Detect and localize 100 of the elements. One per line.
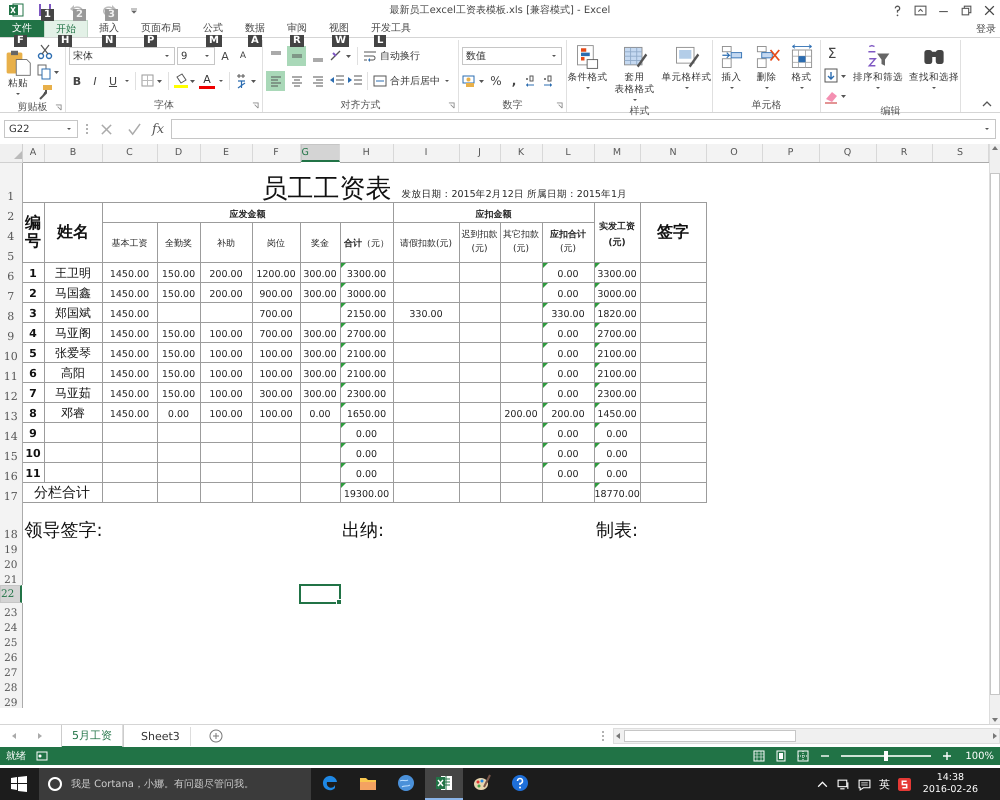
column-header[interactable]: K	[500, 144, 542, 162]
column-header[interactable]: R	[876, 144, 932, 162]
row-header[interactable]: 26	[0, 648, 22, 663]
column-header[interactable]: O	[706, 144, 762, 162]
row-header[interactable]: 18	[0, 502, 22, 540]
ribbon-display-icon[interactable]	[914, 4, 927, 16]
vertical-scrollbar[interactable]	[988, 144, 1000, 724]
row-header[interactable]: 14	[0, 422, 22, 442]
row-header[interactable]: 7	[0, 282, 22, 302]
row-header[interactable]: 29	[0, 693, 22, 708]
caret-icon[interactable]	[14, 90, 22, 98]
lines-icon[interactable]	[290, 74, 304, 88]
caret-icon[interactable]	[728, 84, 736, 92]
copy-icon[interactable]	[37, 64, 61, 80]
caret-icon[interactable]	[682, 84, 690, 92]
scroll-left-icon[interactable]	[614, 732, 622, 740]
row-header[interactable]: 10	[0, 342, 22, 362]
error-triangle-icon[interactable]	[542, 382, 548, 388]
font-color-button[interactable]: A	[199, 73, 215, 89]
slider-thumb[interactable]	[884, 751, 888, 761]
error-triangle-icon[interactable]	[542, 462, 548, 468]
message-icon[interactable]	[858, 778, 871, 790]
font-name-dropdown[interactable]: 宋体	[69, 47, 175, 65]
zoom-in-icon[interactable]	[941, 750, 954, 762]
error-triangle-icon[interactable]	[594, 462, 600, 468]
column-header[interactable]: F	[252, 144, 300, 162]
wrap-text-button[interactable]: 自动换行	[362, 49, 421, 63]
input-method-logo-icon[interactable]	[898, 778, 911, 790]
row-header[interactable]: 1	[0, 162, 22, 202]
active-cell[interactable]	[299, 584, 341, 604]
lines-icon[interactable]	[310, 74, 324, 88]
error-triangle-icon[interactable]	[340, 382, 346, 388]
column-header[interactable]: Q	[819, 144, 876, 162]
caret-icon[interactable]	[930, 84, 938, 92]
column-header[interactable]: A	[22, 144, 44, 162]
scroll-up-icon[interactable]	[990, 144, 999, 152]
column-header[interactable]: B	[44, 144, 102, 162]
row-header[interactable]: 16	[0, 462, 22, 482]
clock-time[interactable]: 14:38	[936, 772, 964, 784]
clipboard-icon[interactable]	[4, 49, 32, 77]
name-box[interactable]: G22	[4, 120, 78, 138]
merge-center-button[interactable]: 合并后居中	[372, 74, 452, 88]
delete-cells-button[interactable]: 删除	[752, 43, 782, 92]
error-triangle-icon[interactable]	[594, 442, 600, 448]
macro-record-icon[interactable]	[36, 750, 48, 762]
scroll-thumb[interactable]	[990, 173, 1000, 695]
caret-icon[interactable]	[443, 77, 451, 85]
format-as-table-button[interactable]: 套用 表格格式	[614, 43, 656, 104]
row-header[interactable]: 6	[0, 262, 22, 282]
column-header[interactable]: H	[340, 144, 393, 162]
help-icon[interactable]	[510, 773, 530, 793]
scroll-right-icon[interactable]	[991, 732, 999, 740]
error-triangle-icon[interactable]	[542, 302, 548, 308]
sheet-tab[interactable]: Sheet3	[131, 726, 191, 746]
error-triangle-icon[interactable]	[340, 482, 346, 488]
error-triangle-icon[interactable]	[340, 402, 346, 408]
caret-icon[interactable]	[630, 96, 638, 104]
caret-icon[interactable]	[163, 52, 171, 60]
row-header[interactable]: 8	[0, 302, 22, 322]
scroll-thumb[interactable]	[624, 730, 796, 742]
row-header[interactable]: 20	[0, 555, 22, 570]
ribbon-tab[interactable]: 开发工具	[360, 20, 422, 37]
error-triangle-icon[interactable]	[594, 342, 600, 348]
column-header[interactable]: D	[157, 144, 200, 162]
row-header[interactable]: 24	[0, 618, 22, 633]
row-header[interactable]: 4	[0, 222, 22, 242]
error-triangle-icon[interactable]	[594, 282, 600, 288]
error-triangle-icon[interactable]	[542, 442, 548, 448]
accounting-format-icon[interactable]	[462, 73, 486, 89]
error-triangle-icon[interactable]	[340, 462, 346, 468]
number-format-dropdown[interactable]: 数值	[462, 47, 562, 65]
error-triangle-icon[interactable]	[340, 342, 346, 348]
format-painter-icon[interactable]	[37, 84, 53, 100]
row-header[interactable]: 23	[0, 603, 22, 618]
error-triangle-icon[interactable]	[340, 322, 346, 328]
caret-icon[interactable]	[65, 125, 73, 133]
error-triangle-icon[interactable]	[542, 362, 548, 368]
column-header[interactable]: P	[762, 144, 819, 162]
caret-icon[interactable]	[217, 77, 225, 85]
formula-input[interactable]	[171, 119, 996, 139]
ribbon-tab[interactable]: 数据	[234, 20, 276, 37]
font-size-dropdown[interactable]: 9	[177, 47, 215, 65]
taskbar-button[interactable]	[425, 768, 463, 800]
grow-font-button[interactable]: A	[217, 47, 233, 65]
borders-icon[interactable]	[140, 73, 164, 89]
row-header[interactable]: 25	[0, 633, 22, 648]
merge-cells-icon[interactable]	[373, 74, 387, 88]
column-header[interactable]: G	[300, 144, 340, 162]
align-middle-button[interactable]	[287, 46, 306, 66]
ribbon-tab[interactable]: 审阅	[276, 20, 318, 37]
row-header[interactable]: 9	[0, 322, 22, 342]
percent-style-button[interactable]: %	[488, 72, 504, 90]
error-triangle-icon[interactable]	[542, 342, 548, 348]
conditional-format-button[interactable]: 条件格式	[566, 43, 608, 92]
error-triangle-icon[interactable]	[340, 262, 346, 268]
clock-date[interactable]: 2016-02-26	[922, 784, 978, 796]
underline-button[interactable]: U	[105, 72, 121, 90]
align-left-button[interactable]	[266, 71, 285, 91]
fill-down-icon[interactable]	[824, 68, 848, 84]
row-header[interactable]: 15	[0, 442, 22, 462]
